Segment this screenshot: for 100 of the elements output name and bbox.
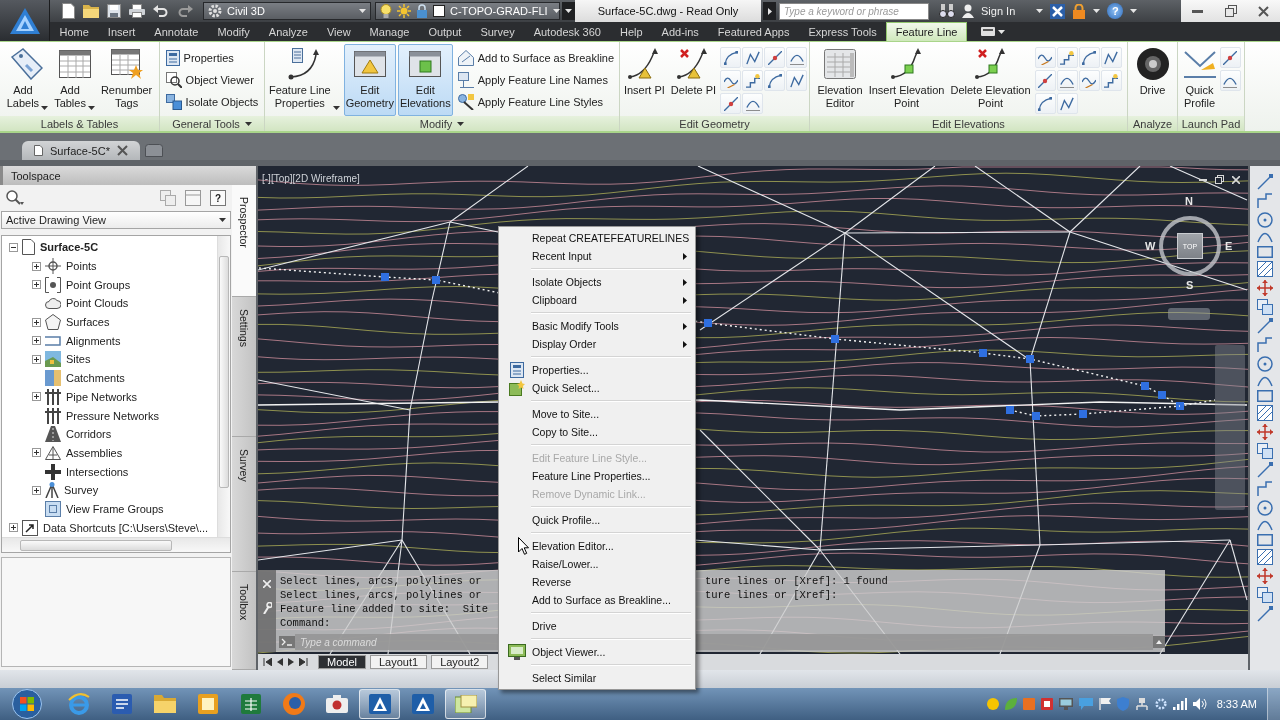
copy-icon[interactable]: [1257, 299, 1273, 315]
ribbon-tab[interactable]: Express Tools: [798, 22, 887, 41]
caret-icon[interactable]: [1036, 9, 1044, 13]
hatch-icon[interactable]: [1257, 405, 1273, 421]
ribbon-tab[interactable]: Home: [50, 22, 99, 41]
menu-item[interactable]: Drive: [501, 617, 693, 635]
tree-item[interactable]: Catchments: [45, 370, 125, 387]
panel-icon[interactable]: [185, 190, 201, 206]
padlock-icon[interactable]: [1072, 3, 1087, 19]
side-tab[interactable]: Survey: [232, 437, 256, 572]
tool-button[interactable]: [1056, 47, 1078, 68]
ribbon-button[interactable]: Insert PI: [621, 44, 667, 116]
help-button[interactable]: ?: [210, 190, 226, 206]
menu-item[interactable]: Select Similar: [501, 669, 693, 687]
line-icon[interactable]: [1257, 606, 1273, 622]
panel-title-button[interactable]: General Tools: [160, 116, 264, 131]
layout-tab[interactable]: Model: [318, 655, 366, 669]
square-tile-icon[interactable]: [1022, 698, 1035, 710]
menu-item[interactable]: Quick Select...: [501, 379, 693, 397]
rectangle-icon[interactable]: [1257, 390, 1273, 402]
menu-item[interactable]: Feature Line Properties...: [501, 467, 693, 485]
tree-item[interactable]: Surface-5C: [22, 239, 99, 256]
ribbon-button[interactable]: Renumber Tags: [98, 44, 155, 116]
document-tab[interactable]: Surface-5C*: [22, 141, 140, 160]
redo-icon[interactable]: [177, 5, 193, 17]
ribbon-tab[interactable]: Add-ins: [652, 22, 709, 41]
move-arrows-icon[interactable]: [1257, 280, 1273, 296]
ribbon-button[interactable]: Insert Elevation Point: [866, 44, 947, 116]
grip-handle[interactable]: [1026, 355, 1034, 363]
circle-icon[interactable]: [1257, 356, 1273, 372]
compass-ring-icon[interactable]: [1159, 216, 1221, 276]
move-arrows-icon[interactable]: [1257, 424, 1273, 440]
gear-icon[interactable]: [1154, 698, 1167, 710]
ribbon-button[interactable]: Isolate Objects: [162, 91, 262, 113]
tool-button[interactable]: [742, 47, 764, 68]
panel-title-button[interactable]: Modify: [265, 116, 619, 131]
menu-item[interactable]: Add to Surface as Breakline...: [501, 591, 693, 609]
ribbon-tab[interactable]: Output: [418, 22, 471, 41]
ribbon-tab[interactable]: View: [317, 22, 361, 41]
printer-icon[interactable]: [129, 4, 145, 18]
close-icon[interactable]: [117, 145, 128, 156]
restore-icon[interactable]: [1215, 175, 1224, 184]
tree-item[interactable]: Surfaces: [45, 314, 110, 331]
rectangle-icon[interactable]: [1257, 246, 1273, 258]
tool-button[interactable]: [1056, 93, 1078, 114]
tool-button[interactable]: [742, 93, 764, 114]
arc-icon[interactable]: [1257, 519, 1273, 531]
side-tab[interactable]: Settings: [232, 297, 256, 437]
plus-box-icon[interactable]: [32, 392, 41, 402]
hatch-icon[interactable]: [1257, 261, 1273, 277]
ribbon-button[interactable]: Edit Elevations: [397, 44, 453, 116]
tree-item[interactable]: Intersections: [45, 463, 129, 480]
tool-button[interactable]: [742, 70, 764, 91]
monitor-icon[interactable]: [1058, 698, 1073, 710]
ribbon-tab[interactable]: Insert: [98, 22, 145, 41]
first-page-icon[interactable]: [263, 658, 272, 666]
previous-icon[interactable]: [277, 658, 283, 666]
ribbon-button[interactable]: Quick Profile: [1181, 44, 1218, 116]
new-tab-icon[interactable]: [145, 144, 163, 157]
move-arrows-icon[interactable]: [1257, 568, 1273, 584]
polyline-icon[interactable]: [1257, 337, 1273, 353]
ribbon-button[interactable]: Add Labels: [4, 44, 51, 116]
grip-handle[interactable]: [381, 273, 389, 281]
plus-box-icon[interactable]: [32, 317, 41, 327]
save-icon[interactable]: [107, 4, 121, 18]
rectangle-icon[interactable]: [1257, 534, 1273, 546]
line-icon[interactable]: [1257, 318, 1273, 334]
prompt-icon[interactable]: [279, 636, 295, 648]
show-desktop-button[interactable]: [1267, 688, 1280, 720]
menu-item[interactable]: Reverse: [501, 573, 693, 591]
ribbon-button[interactable]: Apply Feature Line Styles: [454, 91, 618, 113]
plus-box-icon[interactable]: [32, 354, 41, 364]
search-field[interactable]: Type a keyword or phrase: [779, 2, 929, 20]
tool-button[interactable]: [720, 93, 742, 114]
ribbon-button[interactable]: Properties: [162, 47, 262, 69]
ribbon-tab[interactable]: Annotate: [144, 22, 208, 41]
layout-tab[interactable]: Layout1: [369, 655, 428, 669]
tool-button[interactable]: [764, 47, 786, 68]
tree-item[interactable]: Corridors: [45, 426, 112, 443]
cross-tile-icon[interactable]: [1050, 3, 1066, 19]
copy-icon[interactable]: [1257, 443, 1273, 459]
layout-tab[interactable]: Layout2: [431, 655, 489, 669]
menu-item[interactable]: Elevation Editor...: [501, 537, 693, 555]
menu-item[interactable]: Quick Profile...: [501, 511, 693, 529]
ribbon-button[interactable]: Object Viewer: [162, 69, 262, 91]
flag-icon[interactable]: [1098, 698, 1111, 710]
ribbon-tab[interactable]: Manage: [360, 22, 419, 41]
ribbon-button[interactable]: Add to Surface as Breakline: [454, 47, 618, 69]
taskbar-button[interactable]: [445, 689, 486, 719]
tree-item[interactable]: Pressure Networks: [45, 407, 159, 424]
tool-button[interactable]: [1100, 70, 1122, 91]
ribbon-button[interactable]: Delete PI: [668, 44, 719, 116]
minimize-icon[interactable]: [1199, 178, 1207, 181]
grip-handle[interactable]: [1141, 382, 1149, 390]
minus-box-icon[interactable]: [9, 242, 18, 252]
menu-item[interactable]: Isolate Objects: [501, 273, 693, 291]
circle-icon[interactable]: [1257, 500, 1273, 516]
ribbon-button[interactable]: Edit Geometry: [343, 44, 396, 116]
menu-item[interactable]: Copy to Site...: [501, 423, 693, 441]
ribbon-button[interactable]: Apply Feature Line Names: [454, 69, 618, 91]
